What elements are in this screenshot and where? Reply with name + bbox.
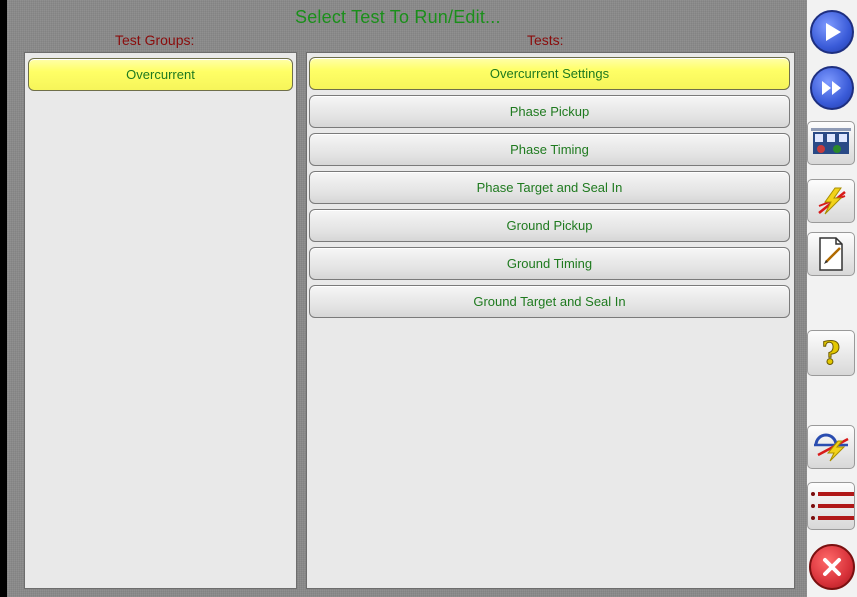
close-icon [809, 544, 855, 590]
lightning-button[interactable] [807, 179, 855, 223]
lightning-icon [818, 187, 846, 215]
right-toolbar: ? [807, 0, 857, 597]
report-edit-icon [819, 237, 843, 271]
list-icon [811, 492, 854, 520]
tests-label: Tests: [527, 32, 564, 48]
run-test-button[interactable] [807, 10, 857, 54]
run-all-tests-button[interactable] [807, 66, 857, 110]
test-groups-label: Test Groups: [115, 32, 195, 48]
help-button[interactable]: ? [807, 330, 855, 376]
test-item[interactable]: Ground Target and Seal In [309, 285, 790, 318]
help-icon: ? [821, 334, 841, 373]
relay-settings-icon [814, 433, 849, 462]
relay-settings-button[interactable] [807, 425, 855, 469]
play-icon [810, 10, 854, 54]
test-groups-list: Overcurrent [24, 52, 297, 589]
test-item[interactable]: Phase Target and Seal In [309, 171, 790, 204]
test-group-item[interactable]: Overcurrent [28, 58, 293, 91]
test-item[interactable]: Ground Pickup [309, 209, 790, 242]
report-edit-button[interactable] [807, 232, 855, 276]
test-item[interactable]: Ground Timing [309, 247, 790, 280]
test-settings-button[interactable] [807, 121, 855, 165]
test-item[interactable]: Phase Timing [309, 133, 790, 166]
test-list-button[interactable] [807, 482, 855, 530]
test-selector-screen: Select Test To Run/Edit... Test Groups: … [7, 0, 807, 597]
close-button[interactable] [807, 544, 857, 590]
tests-list: Overcurrent Settings Phase Pickup Phase … [306, 52, 795, 589]
page-title: Select Test To Run/Edit... [295, 7, 501, 27]
test-item[interactable]: Phase Pickup [309, 95, 790, 128]
fast-forward-icon [810, 66, 854, 110]
test-settings-icon [811, 128, 851, 154]
test-item[interactable]: Overcurrent Settings [309, 57, 790, 90]
